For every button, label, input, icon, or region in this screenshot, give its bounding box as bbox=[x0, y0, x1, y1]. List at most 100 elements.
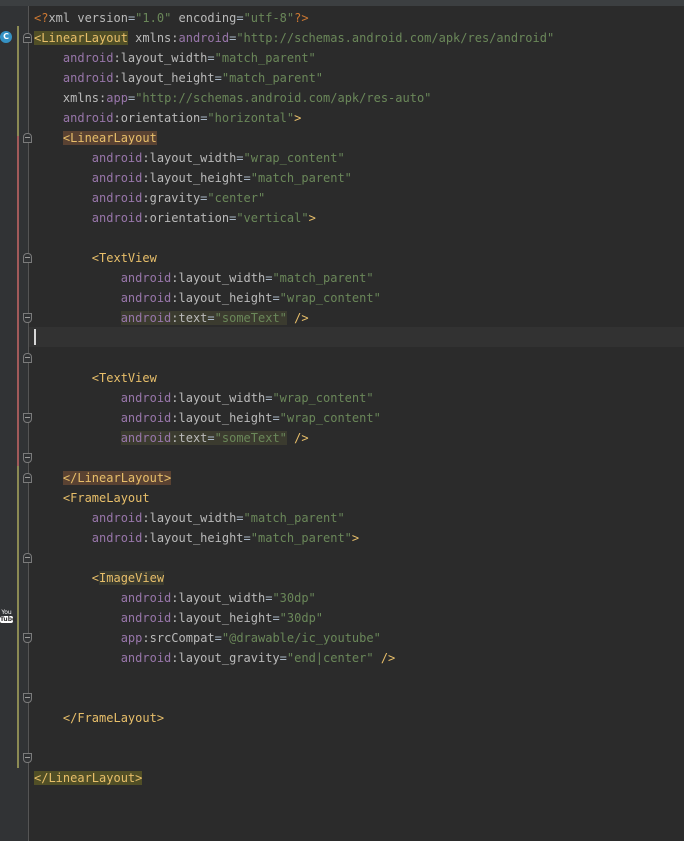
code-line[interactable]: <TextView bbox=[34, 368, 674, 388]
code-line[interactable]: </FrameLayout> bbox=[34, 708, 674, 728]
vcs-change-marker[interactable] bbox=[17, 466, 19, 768]
fold-toggle-icon[interactable] bbox=[23, 693, 32, 703]
code-line[interactable]: <TextView bbox=[34, 248, 674, 268]
code-token: :layout_height bbox=[142, 531, 244, 545]
code-token: = bbox=[272, 611, 280, 625]
code-token: "wrap_content" bbox=[279, 291, 381, 305]
code-token: = bbox=[207, 51, 215, 65]
code-token: android bbox=[62, 51, 114, 65]
code-line[interactable]: android:layout_width="match_parent" bbox=[34, 508, 674, 528]
code-token: < bbox=[91, 571, 100, 585]
code-token: :srcCompat bbox=[142, 631, 215, 645]
code-token: android bbox=[91, 511, 143, 525]
code-line[interactable]: <ImageView bbox=[34, 568, 674, 588]
code-token: "utf-8" bbox=[243, 11, 295, 25]
code-line[interactable] bbox=[34, 448, 674, 468]
code-line[interactable] bbox=[34, 328, 674, 348]
code-line[interactable]: android:layout_height="30dp" bbox=[34, 608, 674, 628]
code-token: :text bbox=[171, 311, 208, 325]
code-line[interactable]: android:orientation="vertical"> bbox=[34, 208, 674, 228]
code-line[interactable]: <LinearLayout xmlns:android="http://sche… bbox=[34, 28, 674, 48]
code-line[interactable]: android:layout_height="match_parent"> bbox=[34, 528, 674, 548]
fold-toggle-icon[interactable] bbox=[23, 253, 32, 263]
code-line[interactable]: <LinearLayout bbox=[34, 128, 674, 148]
code-line[interactable]: android:layout_width="wrap_content" bbox=[34, 388, 674, 408]
code-token: :layout_height bbox=[171, 411, 273, 425]
code-token: = bbox=[272, 411, 280, 425]
code-line[interactable]: <FrameLayout bbox=[34, 488, 674, 508]
code-line[interactable]: android:layout_height="wrap_content" bbox=[34, 408, 674, 428]
code-token: android bbox=[120, 411, 172, 425]
fold-toggle-icon[interactable] bbox=[23, 473, 32, 483]
fold-toggle-icon[interactable] bbox=[23, 353, 32, 363]
code-token: :layout_width bbox=[142, 151, 237, 165]
code-line[interactable]: android:layout_width="match_parent" bbox=[34, 268, 674, 288]
fold-toggle-icon[interactable] bbox=[23, 633, 32, 643]
code-token: :layout_width bbox=[171, 591, 266, 605]
code-token: :orientation bbox=[142, 211, 230, 225]
code-line[interactable] bbox=[34, 228, 674, 248]
fold-toggle-icon[interactable] bbox=[23, 753, 32, 763]
code-line[interactable] bbox=[34, 668, 674, 688]
code-line[interactable]: android:layout_height="match_parent" bbox=[34, 168, 674, 188]
code-area[interactable]: <?xml version="1.0" encoding="utf-8"?> <L… bbox=[34, 8, 674, 788]
code-token: "someText" bbox=[214, 431, 287, 445]
code-token: app bbox=[120, 631, 143, 645]
editor-top-bar bbox=[0, 0, 684, 6]
fold-toggle-icon[interactable] bbox=[23, 553, 32, 563]
fold-toggle-icon[interactable] bbox=[23, 413, 32, 423]
code-line[interactable]: android:layout_height="match_parent" bbox=[34, 68, 674, 88]
code-token: "match_parent" bbox=[250, 171, 352, 185]
code-token: android bbox=[91, 191, 143, 205]
code-line[interactable] bbox=[34, 688, 674, 708]
code-token: > bbox=[351, 531, 360, 545]
code-line[interactable]: android:layout_width="wrap_content" bbox=[34, 148, 674, 168]
code-token: :layout_width bbox=[171, 391, 266, 405]
code-line[interactable]: android:text="someText" /> bbox=[34, 428, 674, 448]
code-line[interactable]: android:layout_height="wrap_content" bbox=[34, 288, 674, 308]
code-line[interactable]: app:srcCompat="@drawable/ic_youtube" bbox=[34, 628, 674, 648]
code-token: encoding bbox=[171, 11, 237, 25]
fold-toggle-icon[interactable] bbox=[23, 133, 32, 143]
code-token: > bbox=[294, 111, 302, 125]
code-line[interactable] bbox=[34, 348, 674, 368]
code-line[interactable] bbox=[34, 728, 674, 748]
code-token: :layout_height bbox=[171, 291, 273, 305]
code-line[interactable]: android:orientation="horizontal"> bbox=[34, 108, 674, 128]
code-token: android bbox=[91, 151, 143, 165]
code-line[interactable] bbox=[34, 548, 674, 568]
code-token: :layout_height bbox=[171, 611, 273, 625]
code-line[interactable]: </LinearLayout> bbox=[34, 768, 674, 788]
fold-toggle-icon[interactable] bbox=[23, 453, 32, 463]
code-line[interactable]: </LinearLayout> bbox=[34, 468, 674, 488]
code-token: "someText" bbox=[214, 311, 287, 325]
code-line[interactable]: android:layout_gravity="end|center" /> bbox=[34, 648, 674, 668]
vcs-change-marker[interactable] bbox=[17, 136, 19, 466]
code-line[interactable]: android:text="someText" /> bbox=[34, 308, 674, 328]
code-line[interactable]: <?xml version="1.0" encoding="utf-8"?> bbox=[34, 8, 674, 28]
code-token: "30dp" bbox=[279, 611, 324, 625]
code-token: :layout_height bbox=[142, 171, 244, 185]
code-editor[interactable]: C You Tube <?xml version="1.0" encoding=… bbox=[0, 0, 684, 841]
youtube-icon[interactable]: You Tube bbox=[0, 609, 16, 624]
vcs-change-marker[interactable] bbox=[17, 26, 19, 136]
fold-toggle-icon[interactable] bbox=[23, 313, 32, 323]
code-token: "http://schemas.android.com/apk/res/andr… bbox=[236, 31, 555, 45]
code-token: android bbox=[120, 651, 172, 665]
code-token: = bbox=[207, 431, 215, 445]
code-token: "match_parent" bbox=[221, 71, 324, 85]
code-line[interactable]: xmlns:app="http://schemas.android.com/ap… bbox=[34, 88, 674, 108]
code-line[interactable]: android:layout_width="30dp" bbox=[34, 588, 674, 608]
code-token: "wrap_content" bbox=[279, 411, 381, 425]
code-line[interactable] bbox=[34, 748, 674, 768]
code-line[interactable]: android:gravity="center" bbox=[34, 188, 674, 208]
fold-toggle-icon[interactable] bbox=[23, 33, 32, 43]
code-line[interactable]: android:layout_width="match_parent" bbox=[34, 48, 674, 68]
